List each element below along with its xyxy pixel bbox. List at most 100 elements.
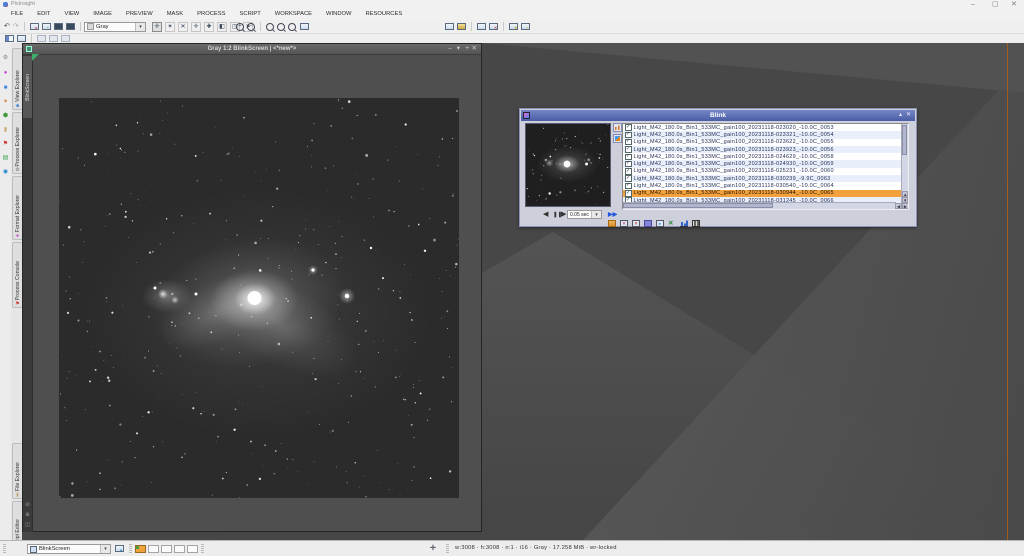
screen-plain-icon[interactable]	[477, 23, 486, 30]
checkbox-checked[interactable]	[625, 175, 632, 182]
dropdown-arrow-icon[interactable]: ▾	[135, 23, 145, 31]
add-files-icon[interactable]	[608, 220, 616, 227]
cascade-icon[interactable]	[37, 35, 46, 42]
strip-add-icon[interactable]: ⊕	[24, 512, 31, 518]
checkbox-checked[interactable]	[625, 168, 632, 175]
blink-dialog[interactable]: Blink ▴ ✕ Light_M42_180.0s_Bin1_533MC_ga…	[519, 108, 917, 227]
tab-process-explorer[interactable]: Process Explorer ⚙	[12, 112, 22, 174]
strip-sync-icon[interactable]: ⊘	[24, 502, 31, 508]
gear-icon[interactable]: ⚙	[2, 55, 9, 62]
blue-square-icon[interactable]: ■	[2, 85, 9, 92]
checkbox-checked[interactable]	[625, 190, 632, 197]
checkbox-checked[interactable]	[625, 139, 632, 146]
blue-target-icon[interactable]: ◉	[2, 169, 9, 176]
file-row[interactable]: Light_M42_180.0s_Bin1_533MC_gain100_2023…	[623, 182, 908, 189]
file-row[interactable]: Light_M42_180.0s_Bin1_533MC_gain100_2023…	[623, 139, 908, 146]
send-to-window-icon[interactable]: ◂	[30, 23, 39, 30]
checkbox-checked[interactable]	[625, 154, 632, 161]
statistics-icon[interactable]	[680, 220, 688, 227]
view-tab-blinkscreen[interactable]: BlinkScreen	[23, 56, 32, 118]
green-hexagon-icon[interactable]: ⬢	[2, 113, 9, 120]
zoom-in-icon[interactable]: +	[236, 23, 244, 31]
save-icon[interactable]	[644, 220, 652, 227]
blink-preview-thumbnail[interactable]	[525, 123, 611, 207]
checkbox-checked[interactable]	[625, 124, 632, 131]
undo-icon[interactable]: ↶	[4, 22, 10, 31]
screen1-icon[interactable]	[54, 23, 63, 30]
file-row[interactable]: Light_M42_180.0s_Bin1_533MC_gain100_2023…	[623, 131, 908, 138]
create-video-icon[interactable]	[692, 220, 700, 227]
statusbar-view-selector[interactable]: BlinkScreen ▾	[27, 544, 111, 554]
menu-edit[interactable]: EDIT	[30, 9, 57, 20]
screen-image-icon[interactable]	[457, 23, 466, 30]
file-row[interactable]: Light_M42_180.0s_Bin1_533MC_gain100_2023…	[623, 153, 908, 160]
minimize-button[interactable]: –	[971, 0, 975, 9]
split-view-button[interactable]: ◧	[217, 22, 227, 32]
screen-star-icon[interactable]: ★	[509, 23, 518, 30]
checkbox-checked[interactable]	[625, 161, 632, 168]
red-flag-icon[interactable]: ⚑	[2, 141, 9, 148]
step-forward-button[interactable]: ▶▶	[608, 211, 617, 218]
green-doc-icon[interactable]: ▤	[2, 155, 9, 162]
window-zoom-icon[interactable]: +	[465, 44, 469, 54]
blink-titlebar[interactable]: Blink ▴ ✕	[521, 110, 915, 121]
tab-format-explorer[interactable]: Format Explorer ●	[12, 176, 22, 240]
horizontal-scrollbar[interactable]	[623, 202, 896, 209]
readout-mode-button[interactable]: ✛	[152, 22, 162, 32]
image-window-titlebar[interactable]: Gray 1:2 BlinkScreen | <*new*> – ▾ + ✕	[23, 44, 481, 55]
blink-shade-icon[interactable]: ▴	[899, 110, 902, 121]
menu-view[interactable]: VIEW	[57, 9, 86, 20]
screen-stf-icon[interactable]	[445, 23, 454, 30]
previous-frame-button[interactable]: ◀	[543, 211, 548, 219]
close-selected-icon[interactable]: ✕	[620, 220, 628, 227]
checkbox-checked[interactable]	[625, 146, 632, 153]
center-mode-button[interactable]: ✚	[204, 22, 214, 32]
menu-script[interactable]: SCRIPT	[233, 9, 268, 20]
pan-mode-button[interactable]: ✛	[191, 22, 201, 32]
menu-mask[interactable]: MASK	[160, 9, 190, 20]
tile-icon[interactable]	[49, 35, 58, 42]
checkbox-checked[interactable]	[625, 132, 632, 139]
blink-interval-select[interactable]: 0.05 sec ▾	[567, 210, 602, 219]
view-mode-select[interactable]: Gray ▾	[84, 22, 146, 32]
zoom-optimal-icon[interactable]	[288, 23, 296, 31]
file-row[interactable]: Light_M42_180.0s_Bin1_533MC_gain100_2023…	[623, 160, 908, 167]
tile-left-icon[interactable]	[5, 35, 14, 42]
next-frame-button[interactable]: ▶	[561, 211, 566, 219]
new-window-icon[interactable]: +	[42, 23, 51, 30]
screen-add-icon[interactable]: +	[521, 23, 530, 30]
stf-autostretch-button[interactable]	[613, 123, 622, 132]
tile-right-icon[interactable]	[17, 35, 26, 42]
maximize-button[interactable]: ▢	[992, 0, 999, 9]
expand-mode-button[interactable]: ✶	[165, 22, 175, 32]
blink-file-list[interactable]: Light_M42_180.0s_Bin1_533MC_gain100_2023…	[622, 123, 909, 210]
move-files-icon[interactable]: ▸	[656, 220, 664, 227]
zoom-fit-icon[interactable]	[277, 23, 285, 31]
close-button[interactable]: ✕	[1011, 0, 1017, 9]
scroll-right-icon[interactable]: ▶	[902, 203, 909, 209]
file-row[interactable]: Light_M42_180.0s_Bin1_533MC_gain100_2023…	[623, 168, 908, 175]
crop-icon[interactable]: ✕	[668, 220, 676, 227]
workspace-00-button[interactable]	[135, 545, 146, 553]
zoom-11-icon[interactable]	[266, 23, 274, 31]
scrollbar-thumb[interactable]	[902, 125, 907, 155]
file-row-selected[interactable]: Light_M42_180.0s_Bin1_533MC_gain100_2023…	[623, 190, 908, 197]
workspace-02-button[interactable]	[161, 545, 172, 553]
file-row[interactable]: Light_M42_180.0s_Bin1_533MC_gain100_2023…	[623, 124, 908, 131]
tab-file-explorer[interactable]: File Explorer ▮	[12, 443, 22, 499]
workspace-01-button[interactable]	[148, 545, 159, 553]
stf-linked-button[interactable]	[613, 134, 622, 143]
select-window-button[interactable]: ▴	[115, 545, 124, 552]
checkbox-checked[interactable]	[625, 183, 632, 190]
window-close-icon[interactable]: ✕	[472, 44, 477, 54]
tan-cube-icon[interactable]: ▮	[2, 127, 9, 134]
orange-star-icon[interactable]: ✶	[2, 99, 9, 106]
menu-workspace[interactable]: WORKSPACE	[268, 9, 319, 20]
cancel-mode-button[interactable]: ✕	[178, 22, 188, 32]
file-row[interactable]: Light_M42_180.0s_Bin1_533MC_gain100_2023…	[623, 175, 908, 182]
window-shade-icon[interactable]: ▾	[457, 44, 460, 54]
astro-image-m42[interactable]	[59, 98, 459, 498]
menu-preview[interactable]: PREVIEW	[119, 9, 160, 20]
workspace-04-button[interactable]	[187, 545, 198, 553]
file-row[interactable]: Light_M42_180.0s_Bin1_533MC_gain100_2023…	[623, 146, 908, 153]
